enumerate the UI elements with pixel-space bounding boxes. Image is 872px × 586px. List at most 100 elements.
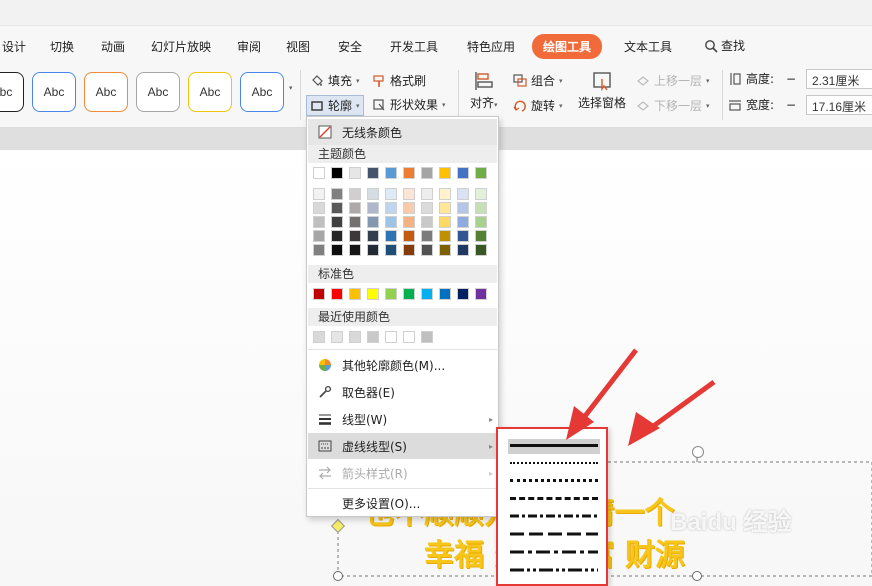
theme-shade-swatch[interactable] [349, 244, 361, 256]
width-input[interactable]: 17.16厘米 [806, 95, 872, 115]
theme-shade-swatch[interactable] [421, 230, 433, 242]
theme-shade-swatch[interactable] [385, 230, 397, 242]
theme-shade-swatch[interactable] [385, 244, 397, 256]
recent-color-swatch[interactable] [385, 331, 397, 343]
standard-color-swatch[interactable] [331, 288, 343, 300]
theme-color-swatch[interactable] [475, 167, 487, 179]
dash-style-long-dash-dot[interactable] [508, 545, 600, 560]
standard-color-swatch[interactable] [475, 288, 487, 300]
theme-shade-swatch[interactable] [457, 244, 469, 256]
theme-shade-swatch[interactable] [313, 230, 325, 242]
theme-shade-swatch[interactable] [367, 230, 379, 242]
recent-color-swatch[interactable] [313, 331, 325, 343]
theme-shade-swatch[interactable] [439, 244, 451, 256]
theme-shade-swatch[interactable] [403, 188, 415, 200]
rotate-handle[interactable] [692, 446, 704, 458]
tab-review[interactable]: 审阅 [237, 38, 261, 55]
standard-color-swatch[interactable] [421, 288, 433, 300]
height-input[interactable]: 2.31厘米 [806, 69, 872, 89]
theme-shade-swatch[interactable] [313, 216, 325, 228]
rotate-button[interactable]: 旋转 ▾ [513, 97, 563, 114]
no-line-option[interactable]: 无线条颜色 [308, 119, 497, 145]
gallery-more-button[interactable]: ▾ [289, 84, 293, 92]
shape-style-1[interactable]: Abc [0, 72, 24, 112]
recent-color-swatch[interactable] [349, 331, 361, 343]
theme-color-swatch[interactable] [367, 167, 379, 179]
theme-shade-swatch[interactable] [385, 216, 397, 228]
shape-style-4[interactable]: Abc [136, 72, 180, 112]
theme-color-swatch[interactable] [349, 167, 361, 179]
theme-shade-swatch[interactable] [439, 230, 451, 242]
theme-shade-swatch[interactable] [439, 202, 451, 214]
theme-shade-swatch[interactable] [457, 216, 469, 228]
recent-color-swatch[interactable] [367, 331, 379, 343]
theme-color-swatch[interactable] [439, 167, 451, 179]
theme-shade-swatch[interactable] [331, 188, 343, 200]
theme-shade-swatch[interactable] [457, 230, 469, 242]
dash-style-dash[interactable] [508, 491, 600, 506]
theme-shade-swatch[interactable] [457, 202, 469, 214]
tab-drawing-tools[interactable]: 绘图工具 [532, 34, 603, 59]
tab-view[interactable]: 视图 [286, 38, 310, 55]
theme-shade-swatch[interactable] [331, 216, 343, 228]
theme-color-swatch[interactable] [313, 167, 325, 179]
recent-color-swatch[interactable] [403, 331, 415, 343]
theme-color-swatch[interactable] [421, 167, 433, 179]
line-type-option[interactable]: 线型(W) ▸ [308, 406, 497, 432]
theme-shade-swatch[interactable] [421, 216, 433, 228]
theme-shade-swatch[interactable] [349, 202, 361, 214]
theme-shade-swatch[interactable] [367, 216, 379, 228]
standard-color-swatch[interactable] [385, 288, 397, 300]
theme-shade-swatch[interactable] [367, 202, 379, 214]
shape-style-2[interactable]: Abc [32, 72, 76, 112]
standard-color-swatch[interactable] [349, 288, 361, 300]
format-painter-button[interactable]: 格式刷 [372, 72, 426, 89]
shape-style-3[interactable]: Abc [84, 72, 128, 112]
theme-shade-swatch[interactable] [475, 202, 487, 214]
align-button[interactable]: 对齐▾ [470, 70, 498, 111]
fill-button[interactable]: 填充 ▾ [310, 72, 360, 89]
shape-style-5[interactable]: Abc [188, 72, 232, 112]
theme-shade-swatch[interactable] [475, 216, 487, 228]
theme-shade-swatch[interactable] [403, 230, 415, 242]
theme-shade-swatch[interactable] [367, 188, 379, 200]
tab-security[interactable]: 安全 [338, 38, 362, 55]
dash-type-option[interactable]: 虚线线型(S) ▸ [308, 433, 497, 459]
theme-color-swatch[interactable] [457, 167, 469, 179]
height-decrement[interactable]: − [786, 72, 796, 86]
theme-shade-swatch[interactable] [439, 216, 451, 228]
theme-shade-swatch[interactable] [349, 188, 361, 200]
theme-shade-swatch[interactable] [475, 244, 487, 256]
dash-style-round-dot[interactable] [508, 456, 600, 471]
more-colors-option[interactable]: 其他轮廓颜色(M)... [308, 352, 497, 378]
resize-handle-bottom-middle[interactable] [692, 571, 702, 581]
theme-shade-swatch[interactable] [457, 188, 469, 200]
shape-effect-button[interactable]: 形状效果 ▾ [372, 96, 446, 113]
theme-shade-swatch[interactable] [439, 188, 451, 200]
theme-shade-swatch[interactable] [421, 202, 433, 214]
outline-button[interactable]: 轮廓 ▾ [306, 95, 364, 116]
theme-shade-swatch[interactable] [313, 188, 325, 200]
tab-features[interactable]: 特色应用 [467, 38, 515, 55]
dash-style-long-dash-dot-dot[interactable] [508, 563, 600, 578]
tab-transition[interactable]: 切换 [50, 38, 74, 55]
theme-shade-swatch[interactable] [385, 202, 397, 214]
standard-color-swatch[interactable] [367, 288, 379, 300]
recent-color-swatch[interactable] [421, 331, 433, 343]
tab-design[interactable]: 设计 [2, 38, 26, 55]
group-button[interactable]: 组合 ▾ [513, 72, 563, 89]
arrow-style-option[interactable]: 箭头样式(R) ▸ [308, 460, 497, 486]
theme-shade-swatch[interactable] [421, 188, 433, 200]
tab-text-tools[interactable]: 文本工具 [624, 38, 672, 55]
theme-shade-swatch[interactable] [475, 188, 487, 200]
theme-shade-swatch[interactable] [331, 244, 343, 256]
width-decrement[interactable]: − [786, 98, 796, 112]
theme-shade-swatch[interactable] [349, 216, 361, 228]
theme-shade-swatch[interactable] [403, 202, 415, 214]
standard-color-swatch[interactable] [403, 288, 415, 300]
theme-shade-swatch[interactable] [313, 244, 325, 256]
dash-style-square-dot[interactable] [508, 473, 600, 488]
recent-color-swatch[interactable] [331, 331, 343, 343]
more-settings-option[interactable]: 更多设置(O)... [308, 490, 497, 516]
theme-color-swatch[interactable] [331, 167, 343, 179]
